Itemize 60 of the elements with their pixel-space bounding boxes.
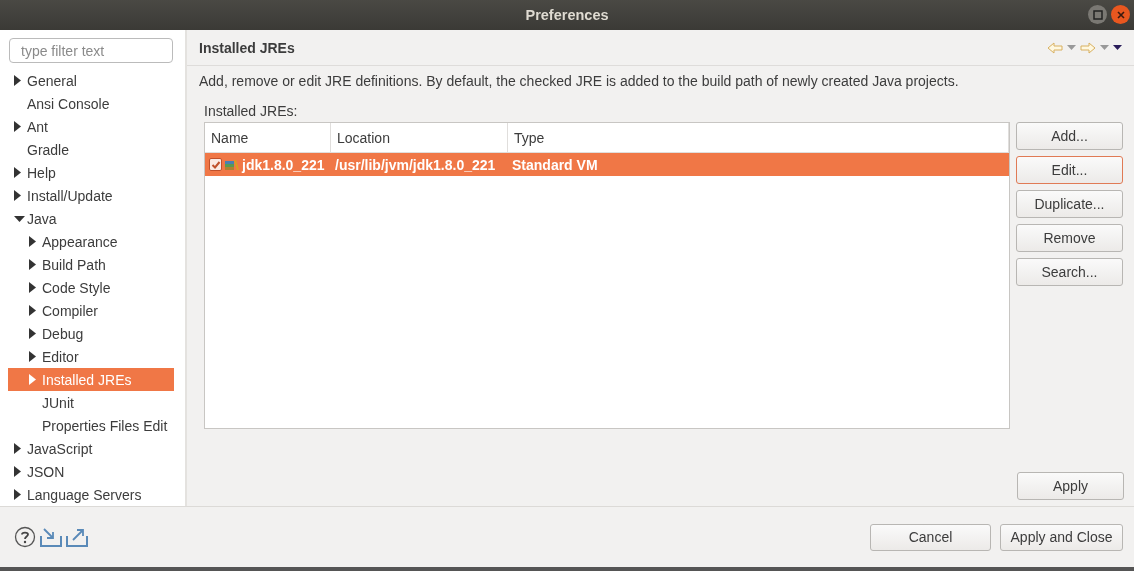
expand-arrow-icon[interactable] (29, 259, 36, 270)
side-button[interactable]: Search... (1016, 258, 1123, 286)
apply-button[interactable]: Apply (1017, 472, 1124, 500)
tree-item[interactable]: Properties Files Edit (8, 414, 174, 437)
expand-arrow-icon[interactable] (29, 305, 36, 316)
expand-arrow-icon[interactable] (14, 489, 21, 500)
tree-item[interactable]: Build Path (8, 253, 174, 276)
tree-item[interactable]: Editor (8, 345, 174, 368)
tree-item[interactable]: JSON (8, 460, 174, 483)
expand-arrow-icon[interactable] (29, 236, 36, 247)
export-icon[interactable] (66, 527, 88, 547)
expand-arrow-icon[interactable] (14, 167, 21, 178)
close-icon (1115, 9, 1126, 20)
side-button[interactable]: Remove (1016, 224, 1123, 252)
column-header[interactable]: Location (331, 123, 508, 152)
tree-item[interactable]: Debug (8, 322, 174, 345)
tree-item[interactable]: JUnit (8, 391, 174, 414)
table-cell: jdk1.8.0_221 (242, 156, 325, 173)
close-button[interactable] (1111, 5, 1130, 24)
library-icon (225, 158, 239, 171)
tree-item[interactable]: Compiler (8, 299, 174, 322)
tree-item[interactable]: Ansi Console (8, 92, 174, 115)
column-header[interactable]: Type (508, 123, 1009, 152)
checkbox[interactable] (209, 158, 222, 171)
table-cell-text: Standard VM (511, 156, 599, 173)
collapse-arrow-icon[interactable] (14, 215, 25, 222)
page-title: Installed JREs (199, 39, 295, 56)
tree-item[interactable]: General (8, 69, 174, 92)
expand-arrow-icon[interactable] (14, 466, 21, 477)
window-title: Preferences (525, 7, 609, 23)
menu-arrow-icon[interactable] (1113, 44, 1122, 51)
help-icon[interactable] (14, 526, 36, 548)
expand-arrow-icon[interactable] (29, 351, 36, 362)
dialog-button[interactable]: Apply and Close (1000, 523, 1123, 551)
tree-item[interactable]: Code Style (8, 276, 174, 299)
tree-item[interactable]: Java (8, 207, 174, 230)
maximize-icon (1092, 9, 1103, 20)
tree-item[interactable]: Gradle (8, 138, 174, 161)
maximize-button[interactable] (1088, 5, 1107, 24)
side-button[interactable]: Duplicate... (1016, 190, 1123, 218)
filter-field[interactable]: type filter text (9, 38, 173, 63)
tree-item[interactable]: Language Servers (8, 483, 174, 506)
expand-arrow-icon[interactable] (29, 328, 36, 339)
expand-arrow-icon[interactable] (14, 75, 21, 86)
expand-arrow-icon[interactable] (14, 190, 21, 201)
expand-arrow-icon[interactable] (14, 121, 21, 132)
tree-item[interactable]: Install/Update (8, 184, 174, 207)
side-button[interactable]: Add... (1016, 122, 1123, 150)
list-label: Installed JREs: (204, 103, 299, 119)
expand-arrow-icon[interactable] (29, 282, 36, 293)
description-text: Add, remove or edit JRE definitions. By default, the checked JRE is added to the build path of newly created Java projects. (198, 72, 960, 89)
tree-item[interactable]: Ant (8, 115, 174, 138)
tree-item[interactable]: Appearance (8, 230, 174, 253)
column-header[interactable]: Name (205, 123, 331, 152)
side-button[interactable]: Edit... (1016, 156, 1123, 184)
tree-item[interactable]: Help (8, 161, 174, 184)
table-cell-text: /usr/lib/jvm/jdk1.8.0_221 (334, 156, 497, 173)
tree-item[interactable]: JavaScript (8, 437, 174, 460)
expand-arrow-icon[interactable] (14, 443, 21, 454)
dialog-button[interactable]: Cancel (870, 523, 991, 551)
